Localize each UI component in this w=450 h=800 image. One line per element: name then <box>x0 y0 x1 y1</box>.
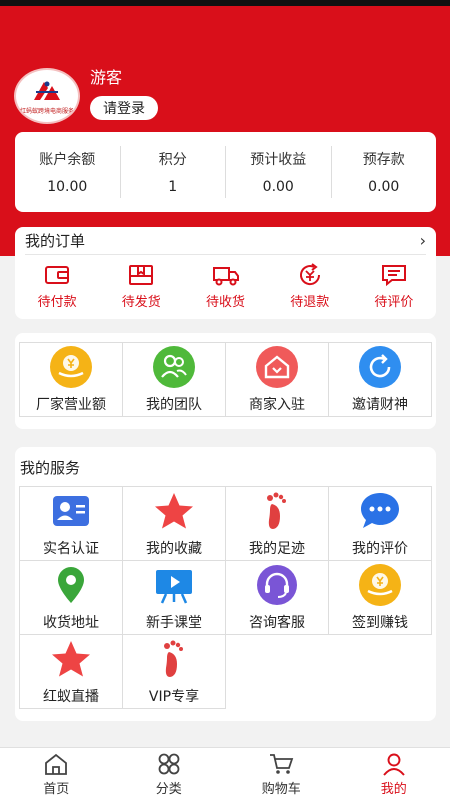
stat-value: 10.00 <box>47 179 88 195</box>
feature-label: 商家入驻 <box>249 396 305 413</box>
star-icon <box>50 638 92 680</box>
shop-home-icon <box>256 345 298 388</box>
service-label: 我的足迹 <box>249 540 305 557</box>
chat-bubble-icon <box>359 490 401 532</box>
service-label: 新手课堂 <box>146 614 202 631</box>
service-my-reviews[interactable]: 我的评价 <box>328 486 432 561</box>
stat-label: 账户余额 <box>39 152 96 168</box>
wallet-icon <box>45 266 70 284</box>
tab-home[interactable]: 首页 <box>0 748 113 800</box>
tab-label: 首页 <box>43 781 70 797</box>
order-label: 待发货 <box>121 295 161 310</box>
stat-expected-income[interactable]: 预计收益 0.00 <box>226 146 332 198</box>
services-grid: 实名认证 我的收藏 我的足迹 我的评价 收货地址 新手课堂 咨询客服 签到赚钱 <box>19 486 432 709</box>
service-red-ant-live[interactable]: 红蚁直播 <box>19 634 123 709</box>
feature-grid-card: 厂家营业额 我的团队 商家入驻 邀请财神 <box>15 333 436 429</box>
service-label: VIP专享 <box>148 688 200 705</box>
feature-factory-turnover[interactable]: 厂家营业额 <box>19 342 123 417</box>
service-label: 我的收藏 <box>146 540 202 557</box>
star-icon <box>153 490 195 532</box>
tab-category[interactable]: 分类 <box>113 748 226 800</box>
feature-invite[interactable]: 邀请财神 <box>328 342 432 417</box>
service-label: 红蚁直播 <box>43 688 99 705</box>
service-my-footprint[interactable]: 我的足迹 <box>225 486 329 561</box>
service-customer-support[interactable]: 咨询客服 <box>225 560 329 635</box>
stat-value: 0.00 <box>262 179 294 195</box>
video-board-icon <box>153 564 195 606</box>
feature-label: 邀请财神 <box>352 396 408 413</box>
order-pending-refund[interactable]: 待退款 <box>268 263 352 310</box>
my-orders-card: 我的订单 › 待付款 待发货 待收货 待退款 待评价 <box>15 227 436 319</box>
category-icon <box>158 753 180 774</box>
tab-label: 我的 <box>380 781 407 797</box>
truck-icon <box>212 267 239 286</box>
stat-value: 1 <box>168 179 178 195</box>
cart-icon <box>270 753 294 774</box>
footprint-icon <box>153 638 195 680</box>
orders-header[interactable]: 我的订单 › <box>25 227 426 255</box>
package-icon <box>129 265 154 285</box>
service-label: 收货地址 <box>43 614 99 631</box>
id-card-icon <box>50 490 92 532</box>
refresh-icon <box>359 345 401 388</box>
stat-value: 0.00 <box>368 179 400 195</box>
team-icon <box>153 345 195 388</box>
order-pending-shipment[interactable]: 待发货 <box>99 263 183 310</box>
feature-grid: 厂家营业额 我的团队 商家入驻 邀请财神 <box>19 342 432 417</box>
footprint-icon <box>256 490 298 532</box>
order-label: 待付款 <box>37 295 77 310</box>
service-vip-exclusive[interactable]: VIP专享 <box>122 634 226 709</box>
order-label: 待退款 <box>290 295 330 310</box>
tab-cart[interactable]: 购物车 <box>225 748 338 800</box>
feature-merchant-join[interactable]: 商家入驻 <box>225 342 329 417</box>
service-my-favorites[interactable]: 我的收藏 <box>122 486 226 561</box>
yen-hand-icon <box>359 563 401 606</box>
stat-label: 预存款 <box>362 152 405 168</box>
service-real-name-auth[interactable]: 实名认证 <box>19 486 123 561</box>
username: 游客 <box>90 68 123 87</box>
service-label: 实名认证 <box>43 540 99 557</box>
order-label: 待评价 <box>374 295 414 310</box>
yen-hand-icon <box>50 345 92 388</box>
refund-icon <box>299 263 320 286</box>
red-ant-logo-icon <box>34 81 60 100</box>
stat-label: 预计收益 <box>250 152 307 168</box>
headset-icon <box>256 564 298 606</box>
feature-label: 我的团队 <box>146 396 202 413</box>
stat-label: 积分 <box>158 152 187 168</box>
service-label: 我的评价 <box>352 540 408 557</box>
service-beginner-class[interactable]: 新手课堂 <box>122 560 226 635</box>
account-stats-card: 账户余额 10.00 积分 1 预计收益 0.00 预存款 0.00 <box>15 132 436 212</box>
bottom-tab-bar: 首页 分类 购物车 我的 <box>0 747 450 800</box>
service-checkin-earn[interactable]: 签到赚钱 <box>328 560 432 635</box>
location-pin-icon <box>50 564 92 606</box>
feature-label: 厂家营业额 <box>36 396 106 413</box>
service-label: 咨询客服 <box>249 614 305 631</box>
tab-label: 购物车 <box>261 781 301 797</box>
profile-header <box>0 6 450 256</box>
chevron-right-icon[interactable]: › <box>420 231 426 250</box>
services-card: 我的服务 实名认证 我的收藏 我的足迹 我的评价 收货地址 新手课堂 咨询客服 <box>15 447 436 721</box>
comment-icon <box>381 265 406 287</box>
feature-my-team[interactable]: 我的团队 <box>122 342 226 417</box>
home-icon <box>45 753 68 775</box>
order-status-row: 待付款 待发货 待收货 待退款 待评价 <box>15 263 436 310</box>
order-pending-receipt[interactable]: 待收货 <box>183 263 267 310</box>
service-label: 签到赚钱 <box>352 614 408 631</box>
order-pending-review[interactable]: 待评价 <box>352 263 436 310</box>
stat-balance[interactable]: 账户余额 10.00 <box>15 146 121 198</box>
order-label: 待收货 <box>206 295 246 310</box>
avatar[interactable]: 红蚂蚁跨境电商服务 <box>14 68 80 124</box>
service-shipping-address[interactable]: 收货地址 <box>19 560 123 635</box>
tab-label: 分类 <box>155 781 182 797</box>
orders-title: 我的订单 <box>25 232 86 250</box>
stat-deposit[interactable]: 预存款 0.00 <box>332 146 437 198</box>
stat-points[interactable]: 积分 1 <box>121 146 226 198</box>
tab-mine[interactable]: 我的 <box>338 748 450 800</box>
login-button[interactable]: 请登录 <box>90 96 158 120</box>
logo-text: 红蚂蚁跨境电商服务 <box>19 107 74 115</box>
services-title: 我的服务 <box>20 459 81 477</box>
user-icon <box>383 753 405 776</box>
order-pending-payment[interactable]: 待付款 <box>15 263 99 310</box>
